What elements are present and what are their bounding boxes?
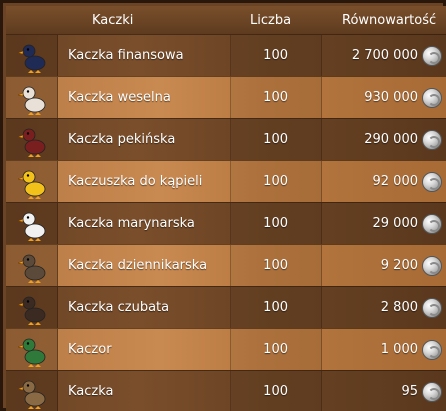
duck-name: Kaczka pekińska (68, 132, 176, 147)
header-value: Równowartość (342, 13, 437, 28)
duck-count: 100 (263, 48, 288, 63)
table-row[interactable]: Kaczor 100 1 000 (6, 328, 446, 371)
silver-coin-icon (422, 298, 442, 318)
duck-value-cell: 95 (322, 371, 446, 411)
duck-name-cell: Kaczka (58, 371, 231, 411)
duck-count: 100 (263, 216, 288, 231)
duck-name: Kaczka marynarska (68, 216, 195, 231)
duck-value-cell: 930 000 (322, 77, 446, 119)
table-row[interactable]: Kaczuszka do kąpieli 100 92 000 (6, 160, 446, 203)
sailor-duck-icon (18, 212, 46, 241)
duck-icon-cell (6, 161, 58, 203)
duck-count: 100 (263, 300, 288, 315)
duck-name: Kaczor (68, 342, 112, 357)
duck-value: 95 (401, 384, 418, 399)
duck-name-cell: Kaczka finansowa (58, 35, 231, 77)
duck-name-cell: Kaczka marynarska (58, 203, 231, 245)
table-row[interactable]: Kaczka marynarska 100 29 000 (6, 202, 446, 245)
duck-icon-cell (6, 203, 58, 245)
duck-inventory-panel: Kaczki Liczba Równowartość Kaczka finans… (0, 0, 446, 411)
duck-name-cell: Kaczka czubata (58, 287, 231, 329)
duck-icon-cell (6, 119, 58, 161)
duck-value: 2 700 000 (351, 48, 418, 63)
duck-value: 92 000 (372, 174, 419, 189)
table-row[interactable]: Kaczka czubata 100 2 800 (6, 286, 446, 329)
header-ducks: Kaczki (92, 13, 134, 28)
duck-value-cell: 29 000 (322, 203, 446, 245)
finance-duck-icon (18, 44, 46, 73)
duck-count: 100 (263, 90, 288, 105)
duck-name-cell: Kaczka dziennikarska (58, 245, 231, 287)
duck-count-cell: 100 (231, 287, 322, 329)
wedding-duck-icon (18, 86, 46, 115)
duck-count: 100 (263, 174, 288, 189)
duck-count-cell: 100 (231, 371, 322, 411)
silver-coin-icon (422, 130, 442, 150)
crested-duck-icon (18, 296, 46, 325)
duck-name-cell: Kaczuszka do kąpieli (58, 161, 231, 203)
duck-count: 100 (263, 132, 288, 147)
table-row[interactable]: Kaczka weselna 100 930 000 (6, 76, 446, 119)
duck-count-cell: 100 (231, 329, 322, 371)
silver-coin-icon (422, 256, 442, 276)
duck-value-cell: 290 000 (322, 119, 446, 161)
duck-count-cell: 100 (231, 161, 322, 203)
duck-list: Kaczka finansowa 100 2 700 000 Kaczka we… (6, 34, 446, 411)
duck-value: 2 800 (380, 300, 418, 315)
duck-icon-cell (6, 77, 58, 119)
duck-icon-cell (6, 371, 58, 411)
peking-duck-icon (18, 128, 46, 157)
table-row[interactable]: Kaczka finansowa 100 2 700 000 (6, 34, 446, 77)
rubber-duck-icon (18, 170, 46, 199)
duck-count: 100 (263, 258, 288, 273)
duck-name: Kaczuszka do kąpieli (68, 174, 203, 189)
duck-value-cell: 2 700 000 (322, 35, 446, 77)
duck-count-cell: 100 (231, 119, 322, 161)
duck-value: 1 000 (380, 342, 418, 357)
duck-name: Kaczka finansowa (68, 48, 184, 63)
duck-name-cell: Kaczka pekińska (58, 119, 231, 161)
duck-name: Kaczka weselna (68, 90, 171, 105)
duck-count-cell: 100 (231, 35, 322, 77)
silver-coin-icon (422, 214, 442, 234)
duck-value: 29 000 (372, 216, 419, 231)
silver-coin-icon (422, 382, 442, 402)
duck-icon-cell (6, 245, 58, 287)
header-count: Liczba (250, 13, 292, 28)
duck-name: Kaczka czubata (68, 300, 170, 315)
duck-value-cell: 2 800 (322, 287, 446, 329)
table-row[interactable]: Kaczka dziennikarska 100 9 200 (6, 244, 446, 287)
table-row[interactable]: Kaczka 100 95 (6, 370, 446, 411)
duck-value-cell: 92 000 (322, 161, 446, 203)
duck-name: Kaczka (68, 384, 114, 399)
duck-icon-cell (6, 35, 58, 77)
silver-coin-icon (422, 88, 442, 108)
duck-name-cell: Kaczor (58, 329, 231, 371)
silver-coin-icon (422, 340, 442, 360)
duck-count: 100 (263, 342, 288, 357)
silver-coin-icon (422, 46, 442, 66)
silver-coin-icon (422, 172, 442, 192)
duck-icon (18, 380, 46, 409)
duck-count: 100 (263, 384, 288, 399)
duck-icon-cell (6, 287, 58, 329)
duck-name-cell: Kaczka weselna (58, 77, 231, 119)
journalist-duck-icon (18, 254, 46, 283)
duck-count-cell: 100 (231, 245, 322, 287)
duck-value-cell: 1 000 (322, 329, 446, 371)
table-header: Kaczki Liczba Równowartość (6, 6, 446, 34)
duck-icon-cell (6, 329, 58, 371)
duck-value-cell: 9 200 (322, 245, 446, 287)
duck-value: 9 200 (380, 258, 418, 273)
duck-count-cell: 100 (231, 77, 322, 119)
duck-value: 930 000 (364, 90, 418, 105)
drake-icon (18, 338, 46, 367)
duck-count-cell: 100 (231, 203, 322, 245)
duck-value: 290 000 (364, 132, 418, 147)
duck-name: Kaczka dziennikarska (68, 258, 208, 273)
table-row[interactable]: Kaczka pekińska 100 290 000 (6, 118, 446, 161)
